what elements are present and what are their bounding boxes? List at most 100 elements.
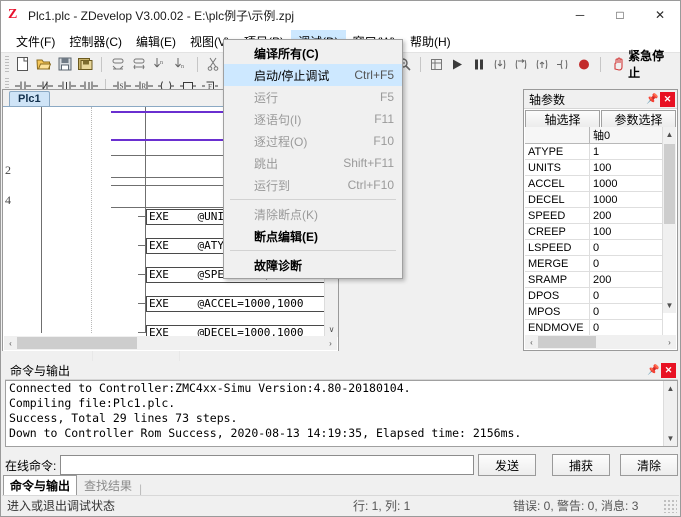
upload-icon[interactable]: n [171, 54, 192, 74]
pin-icon[interactable]: 📌 [645, 92, 660, 107]
menu-edit[interactable]: 编辑(E) [129, 30, 183, 53]
menu-item-clear-breakpoints[interactable]: 清除断点(K) [224, 203, 402, 225]
scroll-left-icon[interactable]: ‹ [4, 339, 17, 348]
param-value[interactable]: 0 [589, 319, 663, 335]
scroll-up-icon[interactable]: ▲ [663, 127, 676, 142]
table-row[interactable]: DPOS 0 [525, 287, 663, 304]
output-text-area[interactable]: Connected to Controller:ZMC4xx-Simu Vers… [5, 380, 678, 447]
param-value[interactable]: 200 [589, 207, 663, 224]
run-to-icon[interactable] [552, 54, 573, 74]
step-out-icon[interactable] [531, 54, 552, 74]
menu-item-step-out[interactable]: 跳出 Shift+F11 [224, 152, 402, 174]
capture-button[interactable]: 捕获 [552, 454, 610, 476]
param-value[interactable]: 0 [589, 303, 663, 320]
param-value[interactable]: 0 [589, 239, 663, 256]
axis-select-button[interactable]: 轴选择 [525, 110, 600, 128]
param-value[interactable]: 0 [589, 255, 663, 272]
table-row[interactable]: MERGE 0 [525, 255, 663, 272]
scrollbar-thumb[interactable] [664, 144, 675, 224]
send-button[interactable]: 发送 [478, 454, 536, 476]
scroll-down-icon[interactable]: ▼ [663, 298, 676, 313]
download-icon[interactable]: n [150, 54, 171, 74]
editor-horizontal-scrollbar[interactable]: ‹ › [4, 336, 337, 350]
param-value[interactable]: 1000 [589, 191, 663, 208]
run-icon[interactable] [447, 54, 468, 74]
param-value[interactable]: 0 [589, 287, 663, 304]
tab-find-results[interactable]: 查找结果 [77, 475, 139, 496]
exe-box-label: EXE [149, 297, 169, 310]
table-row[interactable]: ENDMOVE 0 [525, 319, 663, 335]
hscrollbar-thumb[interactable] [17, 337, 137, 349]
exe-statement[interactable]: EXE @ACCEL=1000,1000 [146, 296, 334, 312]
table-row[interactable]: SRAMP 200 [525, 271, 663, 288]
menu-item-edit-breakpoints[interactable]: 断点编辑(E) [224, 225, 402, 247]
menu-file[interactable]: 文件(F) [9, 30, 62, 53]
column-param-name[interactable] [525, 127, 590, 144]
close-icon[interactable]: ✕ [661, 362, 676, 378]
open-folder-icon[interactable] [33, 54, 54, 74]
minimize-button[interactable]: ─ [560, 1, 600, 29]
param-value[interactable]: 1 [589, 143, 663, 160]
step-into-icon[interactable] [489, 54, 510, 74]
cut-icon[interactable] [203, 54, 224, 74]
resize-grip-icon[interactable] [663, 498, 677, 513]
table-row[interactable]: MPOS 0 [525, 303, 663, 320]
scroll-right-icon[interactable]: › [324, 339, 337, 348]
column-axis0[interactable]: 轴0 [589, 127, 663, 144]
editor-tab-plc1[interactable]: Plc1 [9, 91, 50, 106]
output-vertical-scrollbar[interactable]: ▲ ▼ [663, 381, 677, 446]
ladder-left-rail [41, 107, 42, 333]
menu-item-start-stop-debug[interactable]: 启动/停止调试 Ctrl+F5 [224, 64, 402, 86]
pin-icon[interactable]: 📌 [646, 363, 661, 378]
scroll-down-icon[interactable]: ∨ [325, 322, 338, 337]
compare-icon[interactable] [107, 54, 128, 74]
table-row[interactable]: DECEL 1000 [525, 191, 663, 208]
table-row[interactable]: SPEED 200 [525, 207, 663, 224]
hscroll-track[interactable] [538, 336, 663, 348]
clear-button[interactable]: 清除 [620, 454, 678, 476]
param-value[interactable]: 100 [589, 159, 663, 176]
tab-command-output[interactable]: 命令与输出 [3, 475, 78, 496]
scroll-right-icon[interactable]: › [663, 338, 676, 347]
table-row[interactable]: CREEP 100 [525, 223, 663, 240]
scroll-down-icon[interactable]: ▼ [664, 431, 677, 446]
table-row[interactable]: ATYPE 1 [525, 143, 663, 160]
link-icon[interactable] [128, 54, 149, 74]
save-icon[interactable] [54, 54, 75, 74]
param-select-button[interactable]: 参数选择 [601, 110, 676, 128]
axis-vertical-scrollbar[interactable]: ▲ ▼ [662, 127, 676, 313]
menu-item-run-to[interactable]: 运行到 Ctrl+F10 [224, 174, 402, 196]
close-button[interactable]: ✕ [640, 1, 680, 29]
toolbar-grip[interactable] [5, 56, 9, 72]
menu-item-run[interactable]: 运行 F5 [224, 86, 402, 108]
param-value[interactable]: 100 [589, 223, 663, 240]
menu-controller[interactable]: 控制器(C) [62, 30, 129, 53]
hscroll-track[interactable] [17, 337, 324, 349]
online-command-input[interactable] [60, 455, 474, 475]
menu-item-label: 编译所有(C) [254, 46, 319, 61]
scroll-left-icon[interactable]: ‹ [525, 338, 538, 347]
save-all-icon[interactable] [75, 54, 96, 74]
axis-horizontal-scrollbar[interactable]: ‹ › [525, 335, 676, 349]
menu-item-step-over[interactable]: 逐过程(O) F10 [224, 130, 402, 152]
scroll-up-icon[interactable]: ▲ [664, 381, 677, 396]
table-row[interactable]: UNITS 100 [525, 159, 663, 176]
pause-icon[interactable] [468, 54, 489, 74]
grid-icon[interactable] [426, 54, 447, 74]
menu-item-fault-diagnosis[interactable]: 故障诊断 [224, 254, 402, 276]
menu-help[interactable]: 帮助(H) [403, 30, 458, 53]
emergency-stop-button[interactable]: 紧急停止 [606, 47, 680, 81]
step-over-icon[interactable] [510, 54, 531, 74]
maximize-button[interactable]: □ [600, 1, 640, 29]
new-file-icon[interactable] [12, 54, 33, 74]
param-value[interactable]: 200 [589, 271, 663, 288]
table-row[interactable]: LSPEED 0 [525, 239, 663, 256]
menu-item-compile-all[interactable]: 编译所有(C) [224, 42, 402, 64]
table-row[interactable]: ACCEL 1000 [525, 175, 663, 192]
close-icon[interactable]: ✕ [660, 91, 675, 107]
menu-item-step-into[interactable]: 逐语句(I) F11 [224, 108, 402, 130]
exe-connector [138, 245, 146, 246]
param-value[interactable]: 1000 [589, 175, 663, 192]
stop-record-icon[interactable] [574, 54, 595, 74]
hscrollbar-thumb[interactable] [538, 336, 596, 348]
